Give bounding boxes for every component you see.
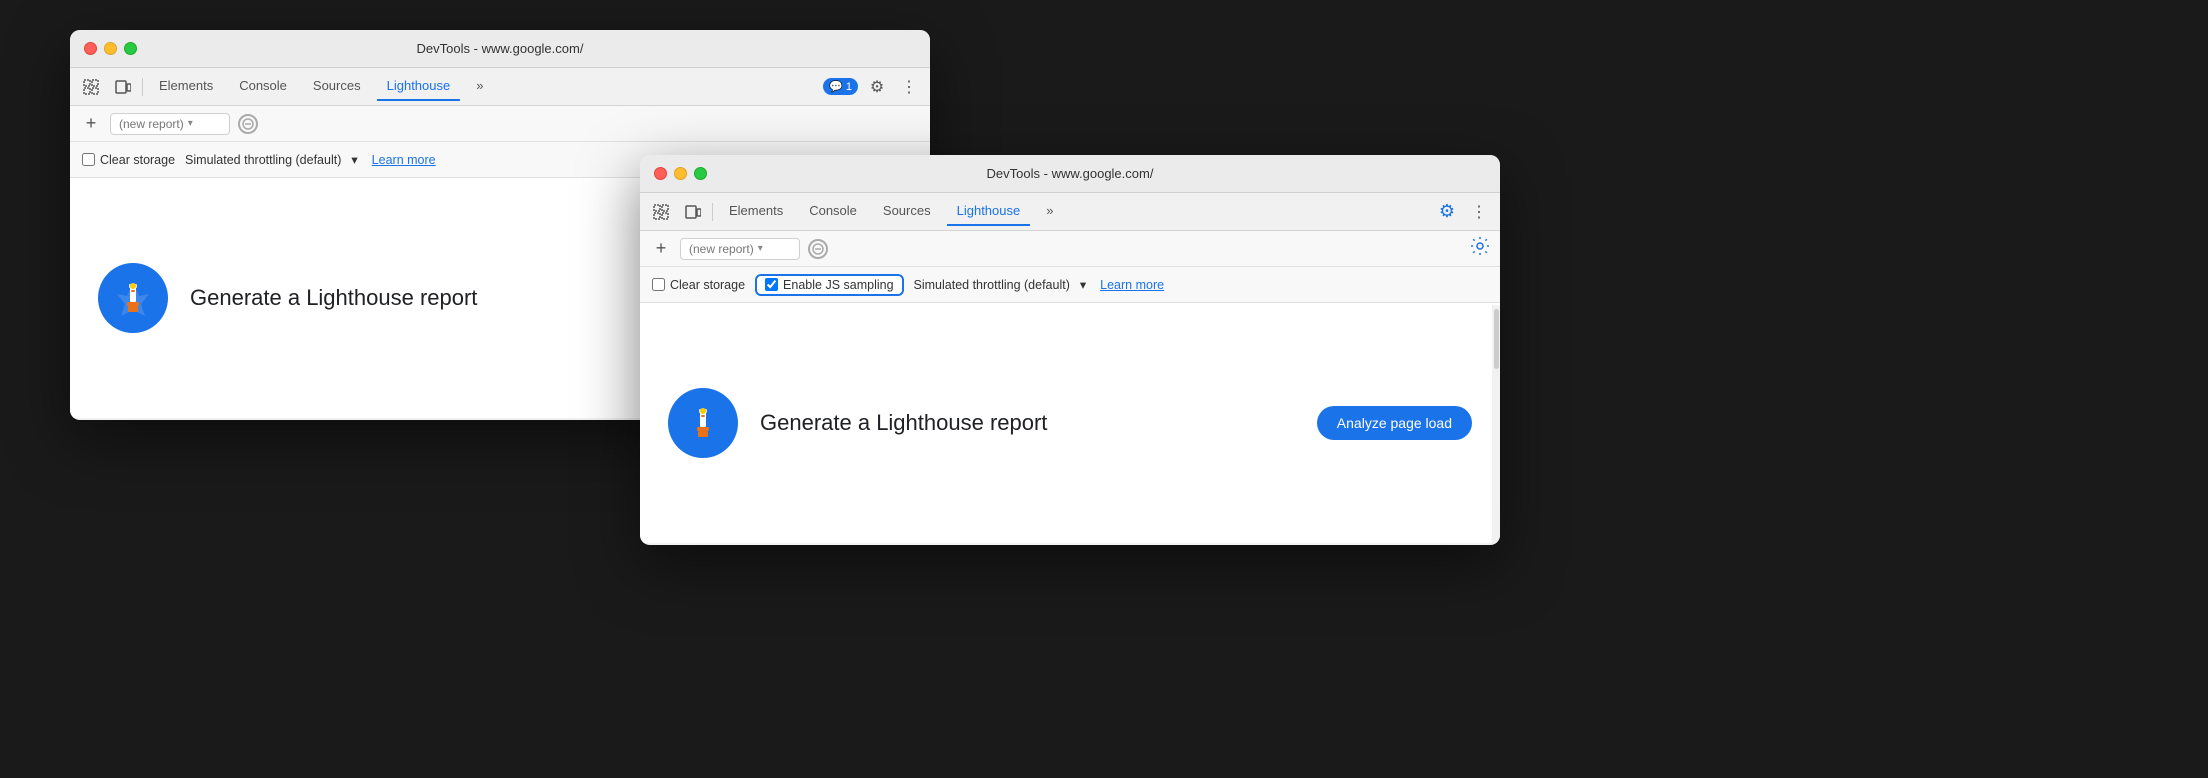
add-report-button-front[interactable]: + (650, 238, 672, 259)
cancel-report-front[interactable] (808, 239, 828, 259)
settings-gear-front[interactable] (1470, 236, 1490, 261)
traffic-lights-back (84, 42, 137, 55)
title-bar-front: DevTools - www.google.com/ (640, 155, 1500, 193)
lighthouse-icon-front (668, 388, 738, 458)
devtools-window-front: DevTools - www.google.com/ Elements Cons… (640, 155, 1500, 545)
device-icon-front[interactable] (680, 199, 706, 225)
title-bar-back: DevTools - www.google.com/ (70, 30, 930, 68)
maximize-button-front[interactable] (694, 167, 707, 180)
close-button-back[interactable] (84, 42, 97, 55)
clear-storage-checkbox-front[interactable] (652, 278, 665, 291)
clear-storage-label-back: Clear storage (100, 153, 175, 167)
minimize-button-front[interactable] (674, 167, 687, 180)
window-title-back: DevTools - www.google.com/ (417, 41, 584, 56)
options-bar-front: Clear storage Enable JS sampling Simulat… (640, 267, 1500, 303)
cancel-report-back[interactable] (238, 114, 258, 134)
clear-storage-option-front[interactable]: Clear storage (652, 278, 745, 292)
learn-more-back[interactable]: Learn more (372, 153, 436, 167)
toolbar-right-back: 💬 1 ⚙ ⋮ (823, 74, 922, 100)
separator-back (142, 78, 143, 96)
throttling-arrow-front: ▾ (1080, 277, 1086, 292)
tab-chevron-back[interactable]: » (466, 72, 493, 101)
toolbar-front: Elements Console Sources Lighthouse » ⚙ … (640, 193, 1500, 231)
scrollbar-thumb-front[interactable] (1494, 309, 1499, 369)
enable-js-sampling-label: Enable JS sampling (783, 278, 893, 292)
tab-lighthouse-front[interactable]: Lighthouse (947, 197, 1031, 226)
generate-report-title-front: Generate a Lighthouse report (760, 410, 1295, 436)
add-report-button-back[interactable]: + (80, 113, 102, 134)
tab-chevron-front[interactable]: » (1036, 197, 1063, 226)
enable-js-sampling-highlight: Enable JS sampling (755, 274, 903, 296)
clear-storage-option-back[interactable]: Clear storage (82, 153, 175, 167)
tab-elements-front[interactable]: Elements (719, 197, 793, 226)
report-placeholder-front: (new report) (689, 242, 754, 256)
tab-console-front[interactable]: Console (799, 197, 867, 226)
clear-storage-label-front: Clear storage (670, 278, 745, 292)
badge-count-back: 1 (846, 81, 852, 93)
dropdown-arrow-back: ▾ (188, 118, 193, 129)
tab-lighthouse-back[interactable]: Lighthouse (377, 72, 461, 101)
maximize-button-back[interactable] (124, 42, 137, 55)
analyze-button[interactable]: Analyze page load (1317, 406, 1472, 440)
more-button-front[interactable]: ⋮ (1466, 199, 1492, 225)
toolbar-right-front: ⚙ ⋮ (1434, 199, 1492, 225)
scrollbar-front[interactable] (1492, 305, 1500, 545)
report-dropdown-front[interactable]: (new report) ▾ (680, 238, 800, 260)
clear-storage-checkbox-back[interactable] (82, 153, 95, 166)
throttling-label-back: Simulated throttling (default) (185, 153, 341, 167)
lighthouse-icon-back (98, 263, 168, 333)
tab-elements-back[interactable]: Elements (149, 72, 223, 101)
enable-js-sampling-checkbox[interactable] (765, 278, 778, 291)
report-placeholder-back: (new report) (119, 117, 184, 131)
learn-more-front[interactable]: Learn more (1100, 278, 1164, 292)
gear-button-back[interactable]: ⚙ (864, 74, 890, 100)
traffic-lights-front (654, 167, 707, 180)
report-bar-front: + (new report) ▾ (640, 231, 1500, 267)
gear-button-front[interactable]: ⚙ (1434, 199, 1460, 225)
device-icon-back[interactable] (110, 74, 136, 100)
throttling-arrow-back: ▾ (351, 152, 357, 167)
chat-badge-back[interactable]: 💬 1 (823, 78, 858, 95)
close-button-front[interactable] (654, 167, 667, 180)
main-content-front: Generate a Lighthouse report Analyze pag… (640, 303, 1500, 543)
more-button-back[interactable]: ⋮ (896, 74, 922, 100)
tab-sources-back[interactable]: Sources (303, 72, 371, 101)
tab-console-back[interactable]: Console (229, 72, 297, 101)
tab-sources-front[interactable]: Sources (873, 197, 941, 226)
report-dropdown-back[interactable]: (new report) ▾ (110, 113, 230, 135)
separator-front (712, 203, 713, 221)
chat-icon-back: 💬 (829, 80, 843, 93)
minimize-button-back[interactable] (104, 42, 117, 55)
report-bar-back: + (new report) ▾ (70, 106, 930, 142)
window-title-front: DevTools - www.google.com/ (987, 166, 1154, 181)
cursor-icon-front[interactable] (648, 199, 674, 225)
toolbar-back: Elements Console Sources Lighthouse » 💬 … (70, 68, 930, 106)
dropdown-arrow-front: ▾ (758, 243, 763, 254)
enable-js-sampling-option[interactable]: Enable JS sampling (765, 278, 893, 292)
throttling-label-front: Simulated throttling (default) (914, 278, 1070, 292)
cursor-icon-back[interactable] (78, 74, 104, 100)
